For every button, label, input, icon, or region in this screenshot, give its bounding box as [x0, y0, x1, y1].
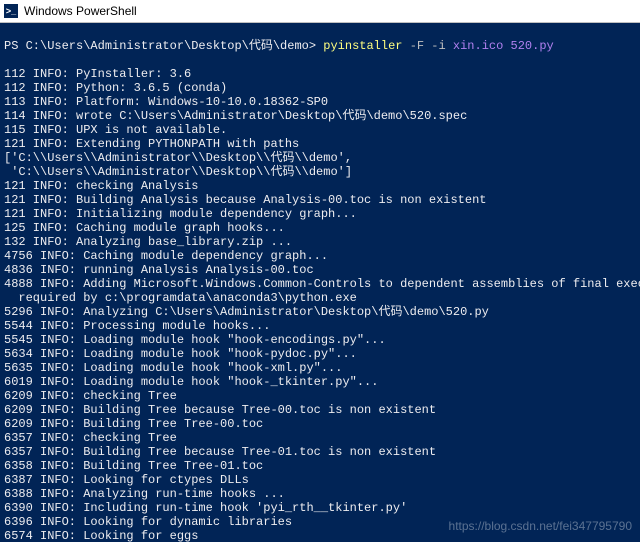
- output-line: 121 INFO: checking Analysis: [4, 179, 636, 193]
- output-line: 115 INFO: UPX is not available.: [4, 123, 636, 137]
- output-line: 4836 INFO: running Analysis Analysis-00.…: [4, 263, 636, 277]
- output-line: 6209 INFO: Building Tree Tree-00.toc: [4, 417, 636, 431]
- prompt-line: PS C:\Users\Administrator\Desktop\代码\dem…: [4, 39, 636, 53]
- output-line: 121 INFO: Initializing module dependency…: [4, 207, 636, 221]
- output-line: 6357 INFO: Building Tree because Tree-01…: [4, 445, 636, 459]
- output-line: 6209 INFO: checking Tree: [4, 389, 636, 403]
- output-line: 6387 INFO: Looking for ctypes DLLs: [4, 473, 636, 487]
- output-line: 4756 INFO: Caching module dependency gra…: [4, 249, 636, 263]
- output-line: 5544 INFO: Processing module hooks...: [4, 319, 636, 333]
- output-line: 4888 INFO: Adding Microsoft.Windows.Comm…: [4, 277, 636, 291]
- output-line: 112 INFO: PyInstaller: 3.6: [4, 67, 636, 81]
- output-line: 132 INFO: Analyzing base_library.zip ...: [4, 235, 636, 249]
- prompt-path: PS C:\Users\Administrator\Desktop\代码\dem…: [4, 39, 316, 53]
- output-line: 5545 INFO: Loading module hook "hook-enc…: [4, 333, 636, 347]
- output-line: 6209 INFO: Building Tree because Tree-00…: [4, 403, 636, 417]
- terminal-output[interactable]: PS C:\Users\Administrator\Desktop\代码\dem…: [0, 23, 640, 542]
- output-line: 6574 INFO: Looking for eggs: [4, 529, 636, 542]
- output-line: 125 INFO: Caching module graph hooks...: [4, 221, 636, 235]
- prompt-command: pyinstaller: [323, 39, 402, 53]
- output-line: 6019 INFO: Loading module hook "hook-_tk…: [4, 375, 636, 389]
- prompt-flags: -F -i: [410, 39, 446, 53]
- output-line: 121 INFO: Building Analysis because Anal…: [4, 193, 636, 207]
- output-line: 5634 INFO: Loading module hook "hook-pyd…: [4, 347, 636, 361]
- output-line: 113 INFO: Platform: Windows-10-10.0.1836…: [4, 95, 636, 109]
- output-line: 112 INFO: Python: 3.6.5 (conda): [4, 81, 636, 95]
- output-line: 5635 INFO: Loading module hook "hook-xml…: [4, 361, 636, 375]
- output-line: 6396 INFO: Looking for dynamic libraries: [4, 515, 636, 529]
- output-line: ['C:\\Users\\Administrator\\Desktop\\代码\…: [4, 151, 636, 165]
- prompt-args: xin.ico 520.py: [453, 39, 554, 53]
- output-line: 5296 INFO: Analyzing C:\Users\Administra…: [4, 305, 636, 319]
- powershell-icon: >_: [4, 4, 18, 18]
- window-title: Windows PowerShell: [24, 4, 137, 18]
- output-line: 6390 INFO: Including run-time hook 'pyi_…: [4, 501, 636, 515]
- output-line: required by c:\programdata\anaconda3\pyt…: [4, 291, 636, 305]
- output-line: 114 INFO: wrote C:\Users\Administrator\D…: [4, 109, 636, 123]
- window-titlebar[interactable]: >_ Windows PowerShell: [0, 0, 640, 23]
- output-line: 'C:\\Users\\Administrator\\Desktop\\代码\\…: [4, 165, 636, 179]
- output-line: 121 INFO: Extending PYTHONPATH with path…: [4, 137, 636, 151]
- output-line: 6357 INFO: checking Tree: [4, 431, 636, 445]
- output-line: 6388 INFO: Analyzing run-time hooks ...: [4, 487, 636, 501]
- output-lines: 112 INFO: PyInstaller: 3.6112 INFO: Pyth…: [4, 67, 636, 542]
- output-line: 6358 INFO: Building Tree Tree-01.toc: [4, 459, 636, 473]
